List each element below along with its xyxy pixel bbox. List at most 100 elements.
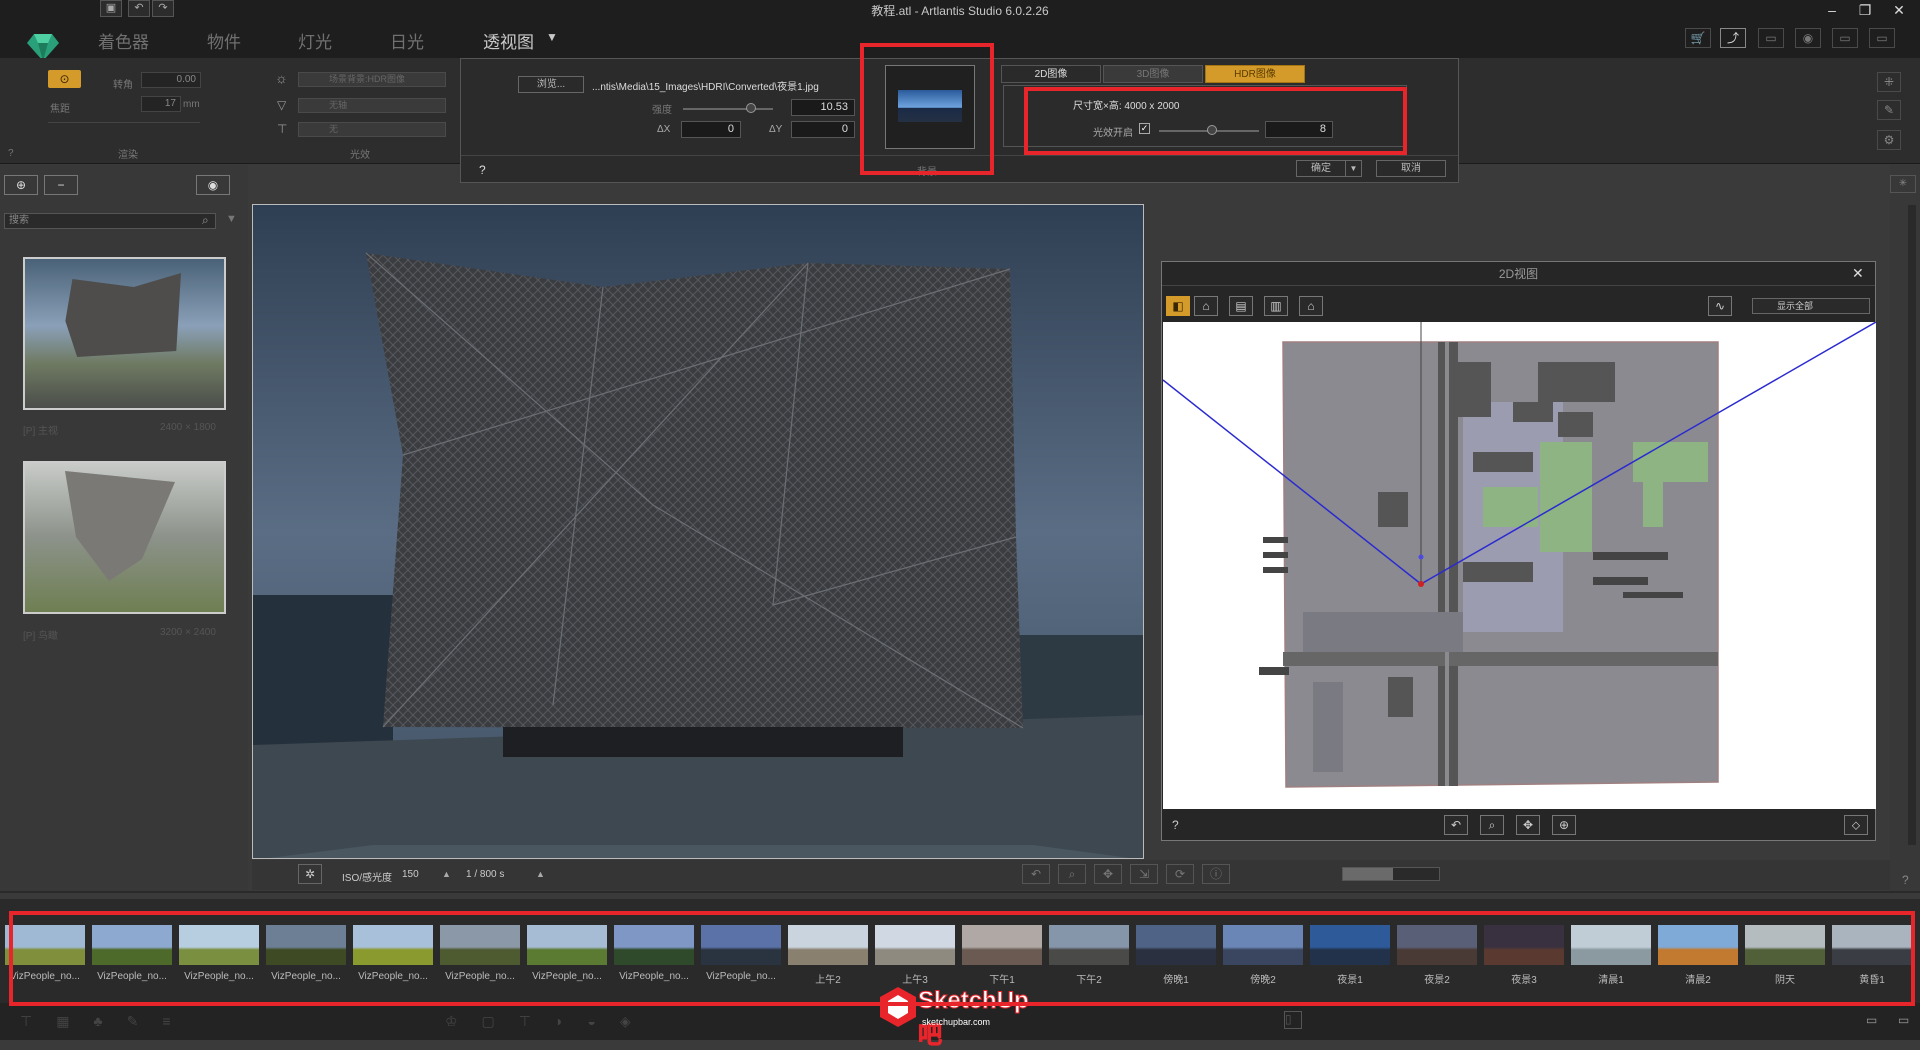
menu-shaders[interactable]: 着色器 [98, 28, 149, 53]
perspective-mode-icon[interactable]: ⤴ [1720, 28, 1746, 48]
tab-2d-image[interactable]: 2D图像 [1001, 65, 1101, 83]
hdri-item[interactable]: 下午1 [962, 925, 1042, 986]
hdri-item[interactable]: 下午2 [1049, 925, 1129, 986]
minimize-button[interactable]: – [1815, 0, 1849, 20]
hdri-preview[interactable] [885, 65, 975, 149]
camera-thumbnail[interactable] [23, 257, 226, 410]
catalog-object-icons[interactable]: ♔▢⊤◗◒◈ [445, 1013, 655, 1030]
tab-3d-image[interactable]: 3D图像 [1103, 65, 1203, 83]
menu-objects[interactable]: 物件 [207, 28, 241, 53]
roll-input[interactable]: 0.00 [141, 72, 201, 88]
aperture-icon[interactable]: ✲ [298, 864, 322, 884]
zoom-icon[interactable]: ⌕ [1058, 864, 1086, 884]
menu-dropdown-icon[interactable]: ▼ [546, 30, 558, 44]
hdri-item[interactable]: 上午2 [788, 925, 868, 986]
ok-button[interactable]: 确定 [1296, 160, 1346, 177]
help-icon[interactable]: ? [1902, 873, 1909, 887]
zoom-icon[interactable]: ⌕ [1480, 815, 1504, 835]
undo-icon[interactable]: ↶ [128, 0, 150, 17]
help-icon[interactable]: ? [8, 148, 14, 159]
hdri-item[interactable]: VizPeople_no... [5, 925, 85, 982]
iso-value[interactable]: 150 [402, 869, 419, 880]
panel-toggle-icon[interactable]: ▭ [1866, 1013, 1877, 1027]
hdri-item[interactable]: VizPeople_no... [701, 925, 781, 982]
eye-icon[interactable]: ◉ [196, 175, 230, 195]
hdri-item[interactable]: VizPeople_no... [353, 925, 433, 982]
focal-input[interactable]: 17 [141, 96, 181, 112]
background-dropdown[interactable]: 场景背景:HDR图像 [298, 72, 446, 87]
menu-perspective[interactable]: 透视图 [483, 28, 534, 53]
pan-icon[interactable]: ✥ [1516, 815, 1540, 835]
dy-input[interactable]: 0 [791, 121, 855, 138]
strength-slider-knob[interactable] [746, 103, 756, 113]
vr-mode-icon[interactable]: ▭ [1869, 28, 1895, 48]
cart-icon[interactable]: 🛒 [1685, 28, 1711, 48]
hdri-item[interactable]: VizPeople_no... [527, 925, 607, 982]
catalog-category-icons[interactable]: ⊤▦♣✎≡ [20, 1013, 195, 1030]
menu-lights[interactable]: 灯光 [298, 28, 332, 53]
render-viewport[interactable] [252, 204, 1144, 859]
refresh-icon[interactable]: ⟳ [1166, 864, 1194, 884]
light-effect-checkbox[interactable]: ✓ [1139, 123, 1150, 134]
search-input[interactable]: 搜索 [4, 213, 216, 229]
parallel-mode-icon[interactable]: ▭ [1758, 28, 1784, 48]
color-icon[interactable]: ✎ [1877, 100, 1901, 120]
hdri-item[interactable]: 清晨1 [1571, 925, 1651, 986]
redo-icon[interactable]: ↷ [152, 0, 174, 17]
light-toggle-icon[interactable]: ✳ [1890, 175, 1916, 193]
hdri-item[interactable]: 夜景2 [1397, 925, 1477, 986]
filter-icon[interactable]: ▼ [226, 213, 237, 225]
help-icon[interactable]: ? [1172, 818, 1179, 832]
fit-icon[interactable]: ⬦ [1844, 815, 1868, 835]
menu-sun[interactable]: 日光 [390, 28, 424, 53]
tab-hdr-image[interactable]: HDR图像 [1205, 65, 1305, 83]
top-view-icon[interactable]: ◧ [1166, 296, 1190, 316]
remove-camera-icon[interactable]: − [44, 175, 78, 195]
cancel-button[interactable]: 取消 [1376, 160, 1446, 177]
hdri-item[interactable]: 傍晚1 [1136, 925, 1216, 986]
hdri-item[interactable]: 阴天 [1745, 925, 1825, 986]
panorama-mode-icon[interactable]: ▭ [1832, 28, 1858, 48]
zoom-extents-icon[interactable]: ⊕ [1552, 815, 1576, 835]
shutter-value[interactable]: 1 / 800 s [466, 869, 504, 880]
light-effect-input[interactable]: 8 [1265, 121, 1333, 138]
camera-mode-icon[interactable]: ◉ [1795, 28, 1821, 48]
camera-position-icon[interactable] [1418, 581, 1424, 587]
camera-target-icon[interactable] [1418, 554, 1424, 560]
curve-icon[interactable]: ∿ [1708, 296, 1732, 316]
hdri-item[interactable]: 傍晚2 [1223, 925, 1303, 986]
pan-icon[interactable]: ✥ [1094, 864, 1122, 884]
add-camera-icon[interactable]: ⊕ [4, 175, 38, 195]
undo-view-icon[interactable]: ↶ [1022, 864, 1050, 884]
ground-dropdown[interactable]: 无轴 [298, 98, 446, 113]
info-icon[interactable]: ⓘ [1202, 864, 1230, 884]
walk-icon[interactable]: ⇲ [1130, 864, 1158, 884]
strip-scrollbar[interactable] [0, 893, 1920, 899]
save-icon[interactable]: ▣ [100, 0, 122, 17]
help-icon[interactable]: ? [479, 163, 486, 177]
hdri-item[interactable]: VizPeople_no... [440, 925, 520, 982]
close-button[interactable]: ✕ [1882, 0, 1916, 20]
home-icon[interactable]: ⌂ [1194, 296, 1218, 316]
hdri-item[interactable]: 黄昏1 [1832, 925, 1912, 986]
ok-dropdown-icon[interactable]: ▼ [1345, 160, 1362, 177]
side-view-icon[interactable]: ▥ [1264, 296, 1288, 316]
hdri-item[interactable]: 清晨2 [1658, 925, 1738, 986]
hdri-item[interactable]: 夜景1 [1310, 925, 1390, 986]
elevation-view-icon[interactable]: ⌂ [1299, 296, 1323, 316]
iso-up-arrow[interactable]: ▲ [442, 869, 451, 879]
shutter-up-arrow[interactable]: ▲ [536, 869, 545, 879]
light-effect-slider-knob[interactable] [1207, 125, 1217, 135]
hdri-item[interactable]: VizPeople_no... [266, 925, 346, 982]
hdri-item[interactable]: 上午3 [875, 925, 955, 986]
camera-eye-icon[interactable]: ⊙ [48, 70, 81, 88]
browse-button[interactable]: 浏览... [518, 76, 584, 93]
strength-input[interactable]: 10.53 [791, 99, 855, 116]
foreground-dropdown[interactable]: 无 [298, 122, 446, 137]
search-icon[interactable]: ⌕ [202, 213, 209, 228]
hdri-item[interactable]: VizPeople_no... [614, 925, 694, 982]
scrollbar[interactable] [1908, 205, 1916, 845]
front-view-icon[interactable]: ▤ [1229, 296, 1253, 316]
hdri-item[interactable]: 夜景3 [1484, 925, 1564, 986]
grid-icon[interactable]: ⁜ [1877, 72, 1901, 92]
